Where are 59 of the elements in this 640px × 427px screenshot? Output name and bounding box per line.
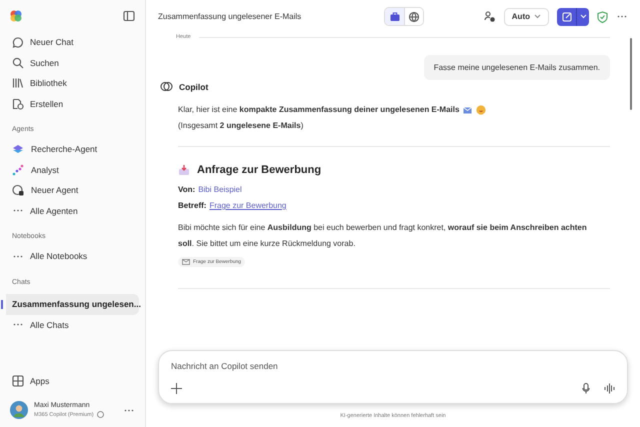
grid-icon <box>12 374 24 387</box>
shield-check-icon[interactable] <box>597 10 608 22</box>
chat-bubble-icon <box>12 36 24 48</box>
mail-icon <box>463 106 472 114</box>
smiley-icon <box>476 105 486 115</box>
voice-wave-icon[interactable] <box>604 383 615 394</box>
chevron-icon <box>580 14 586 19</box>
mode-button[interactable] <box>385 8 404 25</box>
briefcase-icon <box>388 10 400 22</box>
nav-item[interactable]: Neuer Chat <box>6 32 139 52</box>
nav-item[interactable]: Erstellen <box>6 94 139 114</box>
agent-add-icon <box>12 184 24 196</box>
people-settings-icon[interactable] <box>484 10 496 22</box>
agent-item[interactable]: Neuer Agent <box>6 180 139 200</box>
plus-icon[interactable] <box>171 383 182 394</box>
envelope-icon <box>182 259 190 265</box>
field-label: Von: <box>178 184 196 196</box>
assistant-name: Copilot <box>179 82 208 92</box>
email-title: Anfrage zur Bewerbung <box>197 164 322 176</box>
user-message: Fasse meine ungelesenen E-Mails zusammen. <box>424 55 610 80</box>
sidebar-link[interactable]: Alle Notebooks <box>6 246 139 266</box>
books-icon <box>12 77 24 90</box>
agent-item[interactable]: Analyst <box>6 160 139 180</box>
inbox-tray-icon <box>178 164 190 176</box>
sidebar-toggle-icon[interactable] <box>123 10 135 22</box>
nav-item[interactable]: Suchen <box>6 52 139 73</box>
sender-link[interactable]: Bibi Beispiel <box>198 182 242 198</box>
message-text: (Insgesamt 2 ungelesene E-Mails) <box>177 120 304 132</box>
more-icon[interactable] <box>617 15 627 18</box>
mode-button[interactable] <box>404 8 423 25</box>
more-icon <box>13 323 23 326</box>
agent-item[interactable]: Recherche-Agent <box>6 139 139 160</box>
layers-icon <box>12 143 24 156</box>
more-icon[interactable] <box>124 408 134 412</box>
field-label: Betreff: <box>178 200 206 212</box>
scrollbar[interactable] <box>630 38 632 110</box>
message-text: Klar, hier ist eine kompakte Zusammenfassung deiner ungelesenen E-Mails <box>178 104 460 116</box>
edit-icon <box>562 12 572 22</box>
copilot-logo-icon[interactable] <box>10 10 22 22</box>
microphone-icon[interactable] <box>582 383 590 394</box>
avatar[interactable] <box>10 401 28 419</box>
apps-item[interactable]: Apps <box>6 370 139 391</box>
dots-chart-icon <box>12 164 24 176</box>
subject-link[interactable]: Frage zur Bewerbung <box>209 198 286 214</box>
copilot-icon <box>160 80 173 93</box>
chat-item[interactable]: Zusammenfassung ungelesen... <box>1 294 139 314</box>
email-summary: Bibi möchte sich für eine Ausbildung bei euch bewerben und fragt konkret, worauf sie beim Anschreiben achten soll. Sie bittet um eine kurze Rückmeldung vorab. <box>177 222 588 250</box>
nav-item[interactable]: Bibliothek <box>6 73 139 94</box>
chevron-icon <box>534 14 541 19</box>
chat-title: Zusammenfassung ungelesener E-Mails <box>158 12 302 21</box>
sidebar-link[interactable]: Alle Agenten <box>6 200 139 221</box>
sidebar-link[interactable]: Alle Chats <box>6 314 139 335</box>
model-dropdown[interactable]: Auto <box>504 8 549 26</box>
more-icon <box>13 209 23 212</box>
new-chat-button[interactable] <box>557 8 576 26</box>
search-icon <box>12 56 24 69</box>
more-icon <box>13 254 23 258</box>
dropdown-button[interactable] <box>576 8 589 26</box>
globe-icon <box>408 10 420 22</box>
